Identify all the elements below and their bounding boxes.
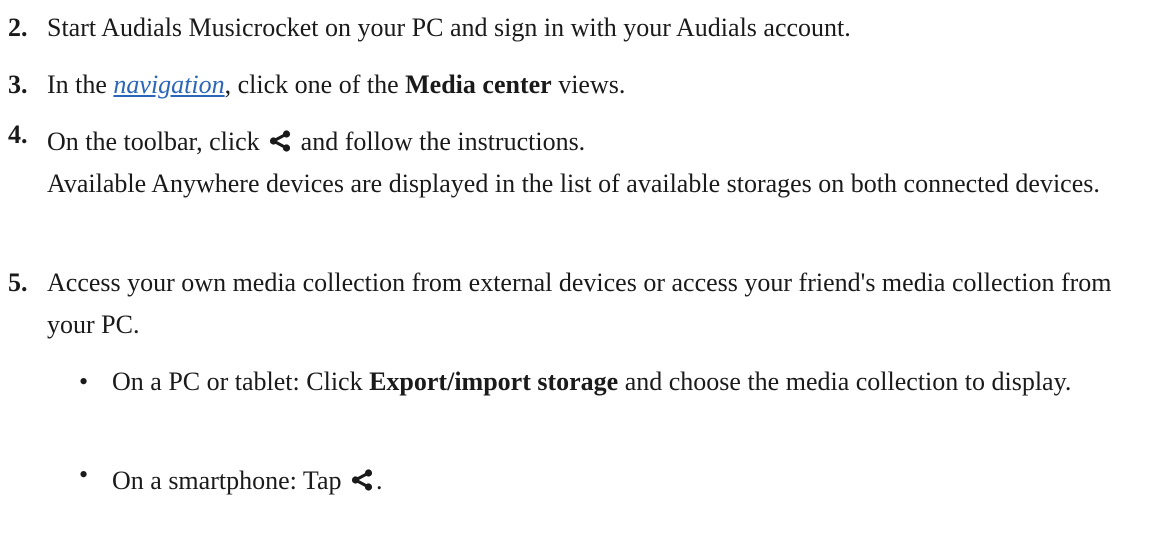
bullet-text: On a PC or tablet: Click Export/import s… [112, 361, 1159, 403]
step-3: 3. In the navigation, click one of the M… [8, 64, 1158, 106]
bullet-text-part: On a PC or tablet: Click [112, 367, 370, 396]
step-text-part: , click one of the [224, 70, 406, 99]
step-2: 2. Start Audials Musicrocket on your PC … [8, 7, 1158, 49]
step-number: 5. [8, 268, 28, 297]
step-text-part: In the [47, 70, 114, 99]
step-text-part: and follow the instructions. [294, 127, 586, 156]
step-4: 4. On the toolbar, click and follow the … [8, 120, 1158, 205]
instructions-document: 2. Start Audials Musicrocket on your PC … [0, 0, 1163, 539]
step-text-part: On the toolbar, click [47, 127, 267, 156]
step-text: On the toolbar, click and follow the ins… [47, 121, 1158, 205]
step-5: 5. Access your own media collection from… [8, 262, 1158, 346]
navigation-link[interactable]: navigation [113, 70, 224, 99]
bullet-text: On a smartphone: Tap . [112, 460, 1159, 502]
share-icon [351, 469, 373, 491]
step-text: In the navigation, click one of the Medi… [47, 64, 1158, 106]
bullet-marker: • [79, 367, 89, 396]
bullet-item: • On a smartphone: Tap . [79, 460, 1159, 502]
step-number: 3. [8, 70, 28, 99]
step-text-part: views. [551, 70, 626, 99]
bullet-text-part: . [375, 466, 383, 495]
export-import-storage-label: Export/import storage [369, 367, 619, 396]
step-note: Available Anywhere devices are displayed… [47, 169, 1100, 198]
bullet-item: • On a PC or tablet: Click Export/import… [79, 361, 1159, 403]
step-number: 4. [8, 120, 28, 149]
bullet-text-part: On a smartphone: Tap [112, 466, 348, 495]
share-icon [269, 130, 291, 152]
bullet-text-part: and choose the media collection to displ… [618, 367, 1072, 396]
bullet-marker: • [79, 460, 89, 489]
media-center-label: Media center [405, 70, 552, 99]
step-text: Start Audials Musicrocket on your PC and… [47, 13, 851, 42]
step-number: 2. [8, 13, 28, 42]
step-text: Access your own media collection from ex… [47, 268, 1112, 339]
